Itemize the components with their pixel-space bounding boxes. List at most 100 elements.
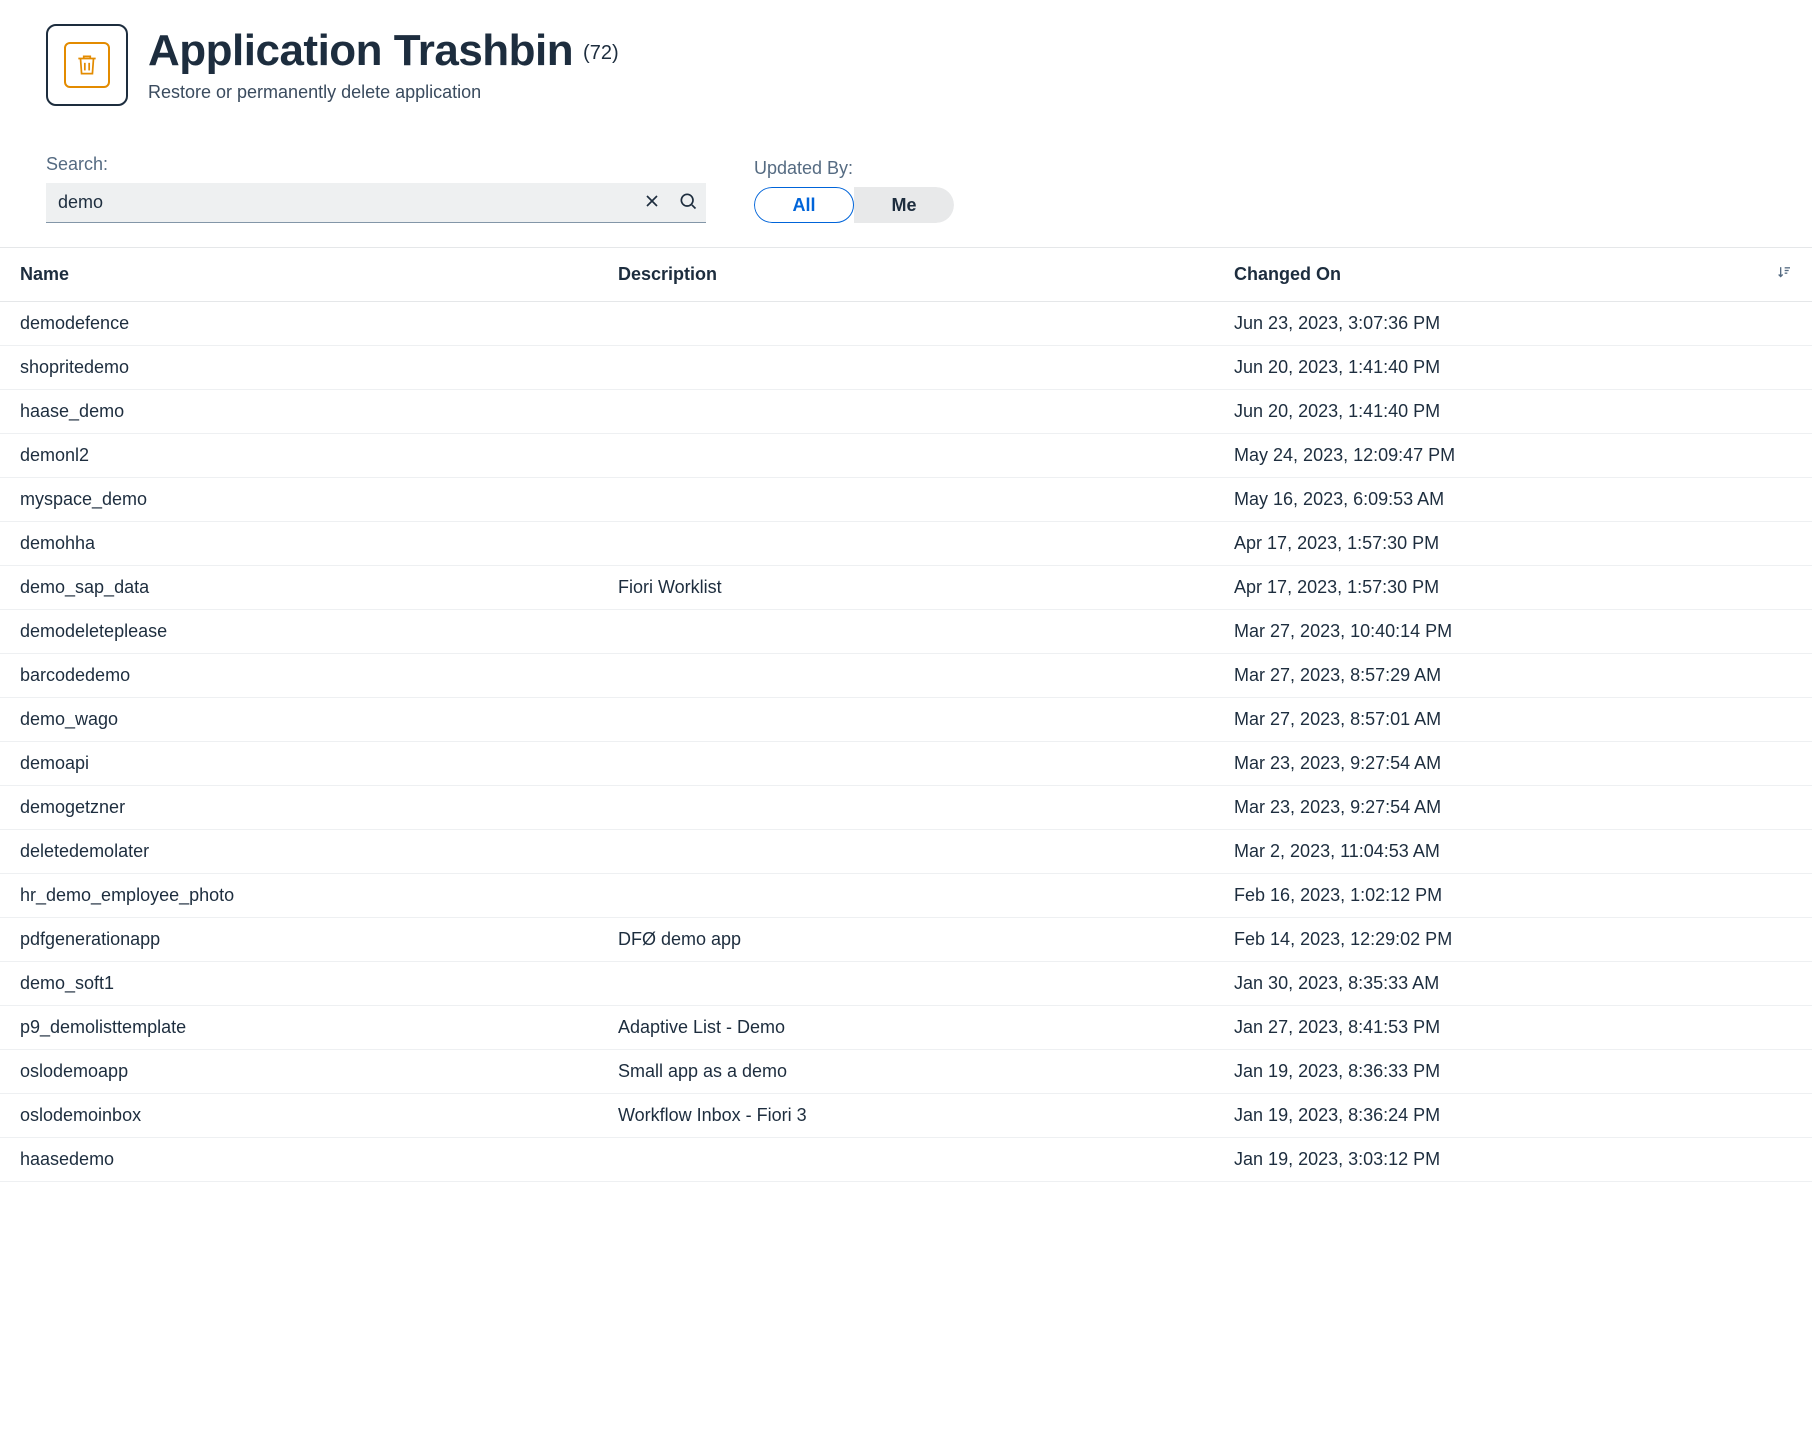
segment-me[interactable]: Me: [854, 187, 954, 223]
cell-name: demodefence: [0, 302, 598, 346]
results-table: Name Description Changed On demodefence J…: [0, 248, 1812, 1182]
segment-all[interactable]: All: [754, 187, 854, 223]
cell-description: [598, 654, 1214, 698]
search-input[interactable]: [46, 183, 634, 222]
page-header: Application Trashbin (72) Restore or per…: [0, 24, 1812, 134]
cell-description: [598, 962, 1214, 1006]
cell-description: [598, 390, 1214, 434]
cell-description: [598, 434, 1214, 478]
cell-changed-on: Jun 20, 2023, 1:41:40 PM: [1214, 346, 1812, 390]
cell-changed-on: Mar 27, 2023, 10:40:14 PM: [1214, 610, 1812, 654]
cell-name: demoapi: [0, 742, 598, 786]
cell-description: [598, 610, 1214, 654]
table-row[interactable]: demodeleteplease Mar 27, 2023, 10:40:14 P…: [0, 610, 1812, 654]
table-row[interactable]: haasedemo Jan 19, 2023, 3:03:12 PM: [0, 1138, 1812, 1182]
clear-search-button[interactable]: [634, 185, 670, 221]
table-row[interactable]: haase_demo Jun 20, 2023, 1:41:40 PM: [0, 390, 1812, 434]
column-header-changed-on[interactable]: Changed On: [1214, 248, 1812, 302]
table-row[interactable]: oslodemoinboxWorkflow Inbox - Fiori 3Jan…: [0, 1094, 1812, 1138]
table-row[interactable]: demodefence Jun 23, 2023, 3:07:36 PM: [0, 302, 1812, 346]
table-row[interactable]: demonl2 May 24, 2023, 12:09:47 PM: [0, 434, 1812, 478]
cell-description: DFØ demo app: [598, 918, 1214, 962]
column-header-name[interactable]: Name: [0, 248, 598, 302]
cell-changed-on: Mar 23, 2023, 9:27:54 AM: [1214, 786, 1812, 830]
table-row[interactable]: demogetznerMar 23, 2023, 9:27:54 AM: [0, 786, 1812, 830]
cell-changed-on: Jun 20, 2023, 1:41:40 PM: [1214, 390, 1812, 434]
cell-name: haase_demo: [0, 390, 598, 434]
cell-description: [598, 1138, 1214, 1182]
cell-name: demo_sap_data: [0, 566, 598, 610]
cell-name: demohha: [0, 522, 598, 566]
table-row[interactable]: myspace_demo May 16, 2023, 6:09:53 AM: [0, 478, 1812, 522]
cell-changed-on: Mar 2, 2023, 11:04:53 AM: [1214, 830, 1812, 874]
cell-description: [598, 874, 1214, 918]
cell-name: p9_demolisttemplate: [0, 1006, 598, 1050]
table-row[interactable]: demoapi Mar 23, 2023, 9:27:54 AM: [0, 742, 1812, 786]
table-row[interactable]: demo_sap_dataFiori WorklistApr 17, 2023,…: [0, 566, 1812, 610]
cell-changed-on: Feb 14, 2023, 12:29:02 PM: [1214, 918, 1812, 962]
cell-changed-on: Jan 19, 2023, 8:36:24 PM: [1214, 1094, 1812, 1138]
table-row[interactable]: oslodemoappSmall app as a demoJan 19, 20…: [0, 1050, 1812, 1094]
cell-changed-on: Jan 19, 2023, 3:03:12 PM: [1214, 1138, 1812, 1182]
cell-description: [598, 698, 1214, 742]
cell-description: Workflow Inbox - Fiori 3: [598, 1094, 1214, 1138]
search-field-wrap: [46, 183, 706, 223]
cell-description: Fiori Worklist: [598, 566, 1214, 610]
cell-name: demonl2: [0, 434, 598, 478]
table-row[interactable]: demohha Apr 17, 2023, 1:57:30 PM: [0, 522, 1812, 566]
cell-name: shopritedemo: [0, 346, 598, 390]
cell-description: [598, 786, 1214, 830]
cell-changed-on: Mar 27, 2023, 8:57:01 AM: [1214, 698, 1812, 742]
column-header-description[interactable]: Description: [598, 248, 1214, 302]
cell-description: [598, 830, 1214, 874]
page-title: Application Trashbin: [148, 26, 573, 75]
cell-changed-on: Apr 17, 2023, 1:57:30 PM: [1214, 522, 1812, 566]
cell-description: Small app as a demo: [598, 1050, 1214, 1094]
cell-changed-on: Mar 27, 2023, 8:57:29 AM: [1214, 654, 1812, 698]
cell-description: [598, 522, 1214, 566]
table-row[interactable]: deletedemolater Mar 2, 2023, 11:04:53 AM: [0, 830, 1812, 874]
table-row[interactable]: hr_demo_employee_photo Feb 16, 2023, 1:02…: [0, 874, 1812, 918]
cell-name: haasedemo: [0, 1138, 598, 1182]
close-icon: [642, 191, 662, 214]
cell-name: demodeleteplease: [0, 610, 598, 654]
search-label: Search:: [46, 154, 706, 175]
cell-name: demo_soft1: [0, 962, 598, 1006]
results-table-wrap: Name Description Changed On demodefence J…: [0, 247, 1812, 1182]
title-count: (72): [583, 42, 619, 64]
table-row[interactable]: p9_demolisttemplateAdaptive List - DemoJ…: [0, 1006, 1812, 1050]
cell-description: [598, 346, 1214, 390]
table-row[interactable]: barcodedemo Mar 27, 2023, 8:57:29 AM: [0, 654, 1812, 698]
cell-name: pdfgenerationapp: [0, 918, 598, 962]
cell-description: [598, 742, 1214, 786]
table-row[interactable]: pdfgenerationappDFØ demo appFeb 14, 2023…: [0, 918, 1812, 962]
table-row[interactable]: demo_wago Mar 27, 2023, 8:57:01 AM: [0, 698, 1812, 742]
updated-by-segmented: All Me: [754, 187, 954, 223]
cell-description: [598, 302, 1214, 346]
cell-changed-on: May 16, 2023, 6:09:53 AM: [1214, 478, 1812, 522]
cell-changed-on: Feb 16, 2023, 1:02:12 PM: [1214, 874, 1812, 918]
cell-name: oslodemoinbox: [0, 1094, 598, 1138]
trash-icon: [64, 42, 110, 88]
header-icon-box: [46, 24, 128, 106]
cell-name: demo_wago: [0, 698, 598, 742]
cell-changed-on: Jan 30, 2023, 8:35:33 AM: [1214, 962, 1812, 1006]
cell-changed-on: May 24, 2023, 12:09:47 PM: [1214, 434, 1812, 478]
cell-name: oslodemoapp: [0, 1050, 598, 1094]
cell-name: deletedemolater: [0, 830, 598, 874]
search-icon: [678, 191, 698, 214]
cell-changed-on: Jun 23, 2023, 3:07:36 PM: [1214, 302, 1812, 346]
cell-name: myspace_demo: [0, 478, 598, 522]
table-row[interactable]: demo_soft1 Jan 30, 2023, 8:35:33 AM: [0, 962, 1812, 1006]
cell-changed-on: Mar 23, 2023, 9:27:54 AM: [1214, 742, 1812, 786]
cell-changed-on: Jan 19, 2023, 8:36:33 PM: [1214, 1050, 1812, 1094]
column-header-changed-on-label: Changed On: [1234, 264, 1341, 284]
search-button[interactable]: [670, 185, 706, 221]
cell-name: hr_demo_employee_photo: [0, 874, 598, 918]
updated-by-label: Updated By:: [754, 158, 954, 179]
cell-description: [598, 478, 1214, 522]
cell-name: barcodedemo: [0, 654, 598, 698]
table-row[interactable]: shopritedemo Jun 20, 2023, 1:41:40 PM: [0, 346, 1812, 390]
sort-desc-icon: [1776, 264, 1792, 285]
filter-bar: Search:: [0, 134, 1812, 247]
